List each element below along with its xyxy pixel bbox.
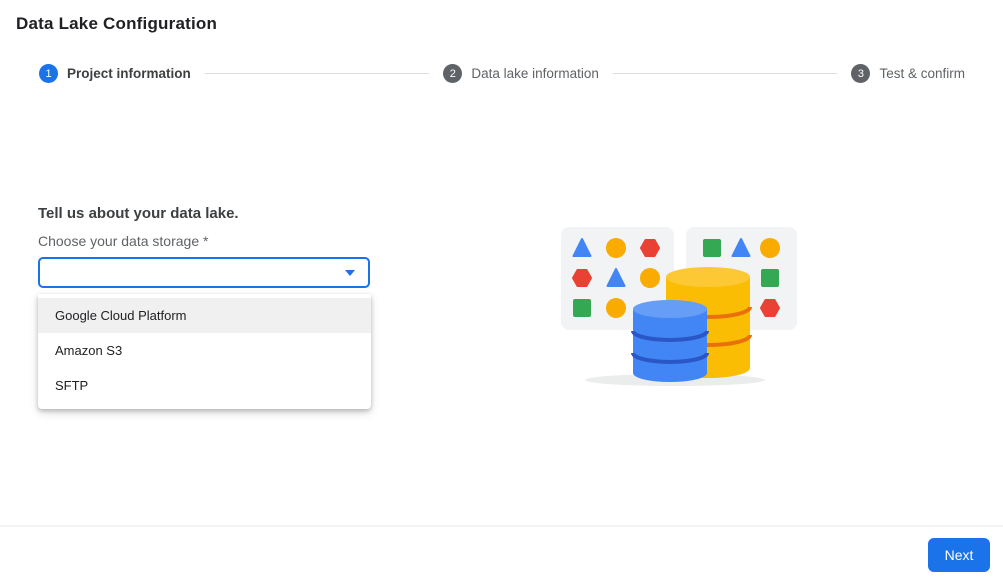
- step-connector: [205, 73, 430, 74]
- step-2-circle: 2: [443, 64, 462, 83]
- footer-divider: [0, 525, 1003, 527]
- option-google-cloud-platform[interactable]: Google Cloud Platform: [38, 298, 371, 333]
- storage-field-label: Choose your data storage *: [38, 233, 208, 249]
- hexagon-shape: [641, 240, 659, 256]
- storage-select[interactable]: [38, 257, 370, 288]
- circle-shape: [760, 238, 780, 258]
- square-shape: [761, 269, 779, 287]
- circle-shape: [606, 298, 626, 318]
- step-3-label: Test & confirm: [879, 66, 965, 81]
- circle-shape: [640, 268, 660, 288]
- hexagon-shape: [761, 300, 779, 316]
- step-project-information[interactable]: 1 Project information: [39, 64, 191, 83]
- step-data-lake-information[interactable]: 2 Data lake information: [443, 64, 599, 83]
- step-1-label: Project information: [67, 66, 191, 81]
- square-shape: [703, 239, 721, 257]
- hexagon-shape: [573, 270, 591, 286]
- step-2-label: Data lake information: [471, 66, 599, 81]
- step-3-circle: 3: [851, 64, 870, 83]
- chevron-down-icon: [345, 270, 355, 276]
- step-connector: [613, 73, 838, 74]
- option-amazon-s3[interactable]: Amazon S3: [38, 333, 371, 368]
- database-cylinder-blue: [633, 300, 707, 382]
- circle-shape: [606, 238, 626, 258]
- step-1-circle: 1: [39, 64, 58, 83]
- page-title: Data Lake Configuration: [16, 14, 217, 34]
- next-button[interactable]: Next: [928, 538, 990, 572]
- wizard-stepper: 1 Project information 2 Data lake inform…: [0, 64, 1003, 83]
- square-shape: [573, 299, 591, 317]
- step-test-confirm[interactable]: 3 Test & confirm: [851, 64, 965, 83]
- option-sftp[interactable]: SFTP: [38, 368, 371, 403]
- data-lake-illustration: [545, 215, 815, 390]
- form-heading: Tell us about your data lake.: [38, 205, 239, 222]
- storage-options-menu: Google Cloud Platform Amazon S3 SFTP: [38, 294, 371, 409]
